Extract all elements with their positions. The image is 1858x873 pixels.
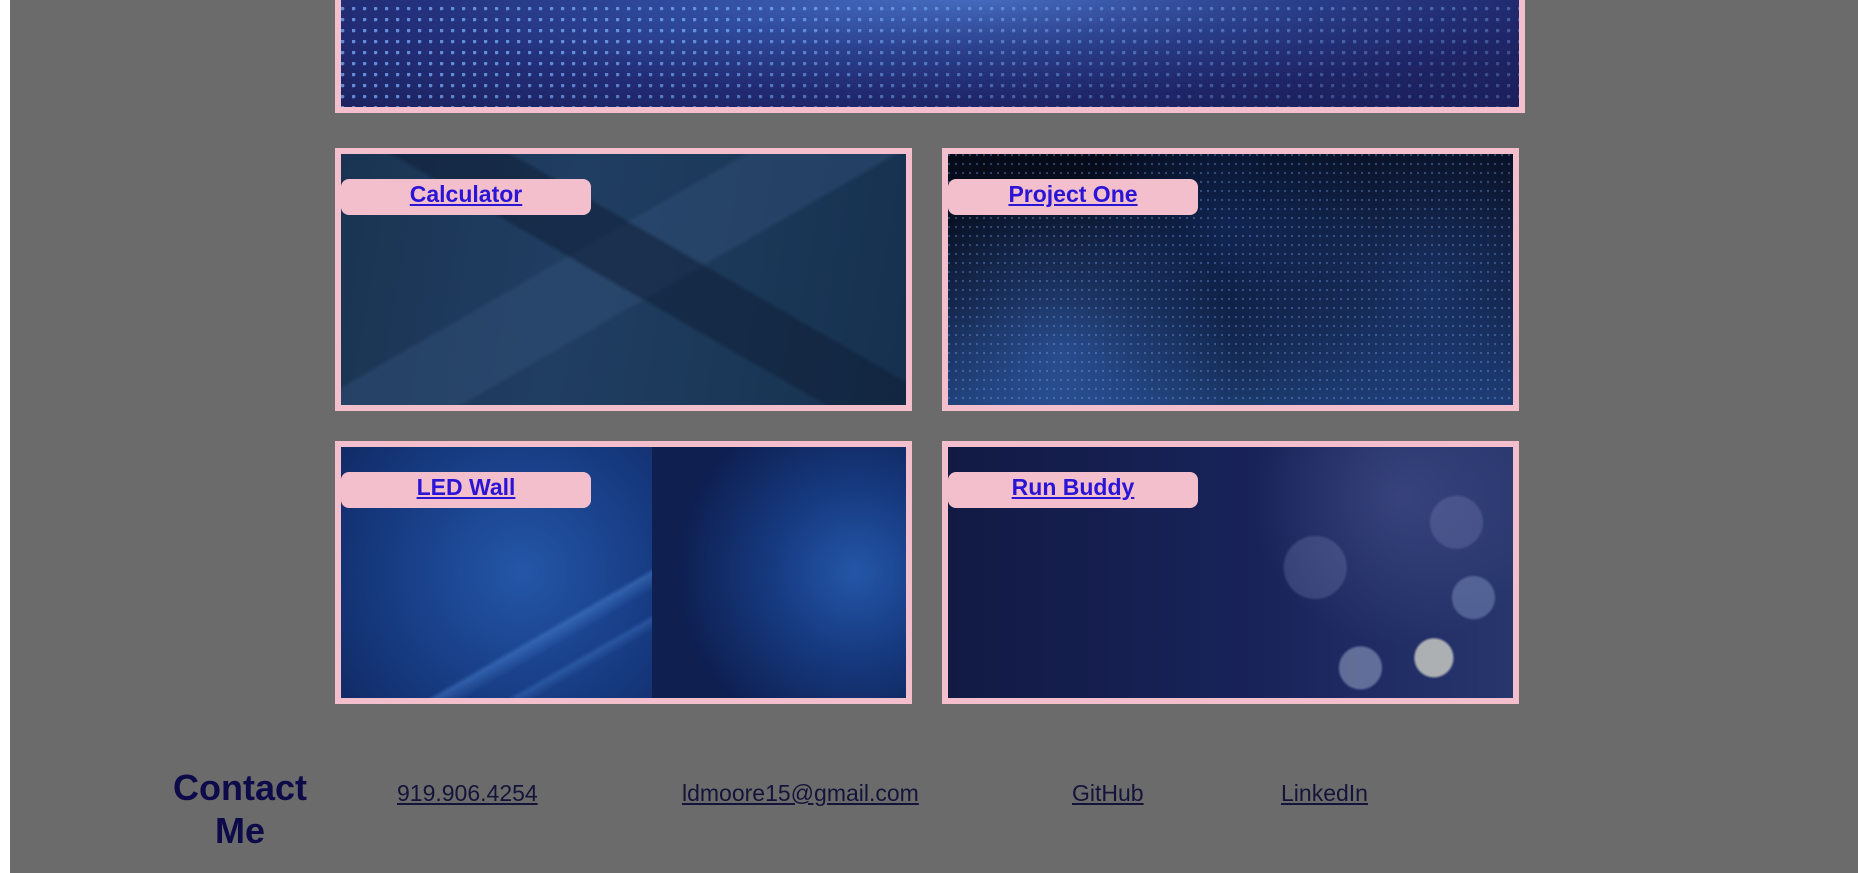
project-link-calculator[interactable]: Calculator [410,181,522,207]
hero-banner-image [335,0,1525,113]
project-card-project-one: Project One [942,148,1519,411]
project-card-run-buddy: Run Buddy [942,441,1519,704]
project-label-run-buddy: Run Buddy [948,472,1198,508]
project-label-project-one: Project One [948,179,1198,215]
email-link[interactable]: ldmoore15@gmail.com [682,780,919,807]
project-link-run-buddy[interactable]: Run Buddy [1012,474,1135,500]
project-label-led-wall: LED Wall [341,472,591,508]
phone-link[interactable]: 919.906.4254 [397,780,538,807]
page-background: Calculator Project One LED Wall Run Budd… [10,0,1858,873]
project-link-project-one[interactable]: Project One [1008,181,1137,207]
project-link-led-wall[interactable]: LED Wall [417,474,516,500]
project-label-calculator: Calculator [341,179,591,215]
project-card-calculator: Calculator [335,148,912,411]
project-card-led-wall: LED Wall [335,441,912,704]
github-link[interactable]: GitHub [1072,780,1144,807]
contact-heading: Contact Me [173,767,307,851]
linkedin-link[interactable]: LinkedIn [1281,780,1368,807]
